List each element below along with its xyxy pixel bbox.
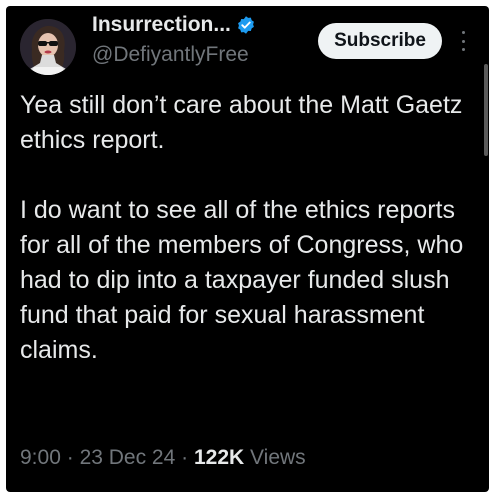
ellipsis-dot (461, 31, 465, 34)
verified-badge-icon (236, 15, 256, 35)
meta-separator: · (66, 446, 74, 469)
tweet-card: Insurrection... @DefiyantlyFree Subscrib… (6, 6, 489, 492)
tweet-date[interactable]: 23 Dec 24 (80, 446, 176, 469)
avatar-image (20, 19, 76, 75)
tweet-paragraph: Yea still don’t care about the Matt Gaet… (20, 91, 463, 154)
author-display-name[interactable]: Insurrection... (92, 13, 231, 37)
tweet-text: Yea still don’t care about the Matt Gaet… (20, 88, 476, 368)
avatar[interactable] (20, 19, 76, 75)
author-display-name-row[interactable]: Insurrection... (92, 13, 256, 37)
subscribe-button[interactable]: Subscribe (318, 23, 442, 59)
ellipsis-dot (461, 48, 465, 51)
tweet-metadata: 9:00 · 23 Dec 24 · 122K Views (20, 446, 306, 470)
vertical-ellipsis-icon[interactable] (456, 28, 470, 54)
tweet-paragraph: I do want to see all of the ethics repor… (20, 196, 464, 364)
tweet-time[interactable]: 9:00 (20, 446, 61, 469)
ellipsis-dot (461, 39, 465, 43)
views-label: Views (250, 446, 306, 469)
author-handle[interactable]: @DefiyantlyFree (92, 43, 249, 67)
scrollbar[interactable] (484, 64, 488, 156)
meta-separator: · (181, 446, 189, 469)
views-count: 122K (193, 446, 245, 469)
